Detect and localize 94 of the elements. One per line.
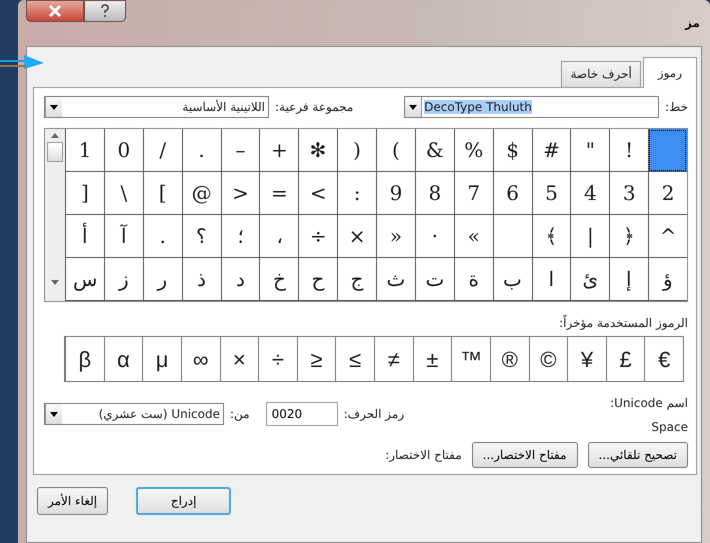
dialog-button[interactable]: تصحيح تلقائي... (588, 442, 688, 468)
symbol-cell[interactable]: ز (104, 258, 143, 301)
symbol-cell[interactable]: | (570, 215, 610, 258)
symbol-cell[interactable]: > (298, 172, 338, 215)
symbol-cell[interactable]: : (337, 172, 376, 215)
symbol-cell[interactable]: · (414, 215, 454, 258)
symbol-cell[interactable]: # (532, 129, 570, 172)
symbol-cell[interactable]: ث (376, 258, 415, 301)
help-button[interactable] (84, 0, 126, 22)
symbol-cell[interactable]: ا (532, 258, 570, 301)
from-label: من: (230, 406, 250, 423)
symbol-cell[interactable]: ؛ (220, 215, 260, 258)
symbol-cell[interactable]: 7 (454, 172, 493, 215)
symbol-cell[interactable]: د (220, 258, 260, 301)
symbol-cell[interactable]: » (454, 215, 493, 258)
subset-label: مجموعة فرعية: (275, 99, 354, 116)
symbol-cell[interactable]: 6 (492, 172, 532, 215)
shortcut-label: مفتاح الاختصار: (385, 447, 462, 464)
close-icon (48, 5, 62, 17)
char-code-label: رمز الحرف: (344, 406, 404, 423)
symbol-cell[interactable]: 9 (376, 172, 415, 215)
symbol-cell[interactable]: 3 (609, 172, 648, 215)
scroll-thumb[interactable] (47, 142, 63, 162)
caret-icon (50, 412, 58, 416)
close-button[interactable] (26, 0, 84, 22)
symbol-cell[interactable]: ذ (182, 258, 220, 301)
symbol-cell[interactable]: % (454, 129, 493, 172)
symbol-cell[interactable]: ﴿ (609, 215, 648, 258)
scroll-down-icon (51, 280, 59, 285)
symbol-cell[interactable]: ) (376, 129, 415, 172)
symbol-cell[interactable]: = (259, 172, 298, 215)
symbol-cell[interactable]: ئ (570, 258, 610, 301)
window-title: مز (685, 15, 701, 32)
symbol-cell[interactable]: 4 (570, 172, 610, 215)
symbol-cell[interactable]: ( (337, 129, 376, 172)
symbol-cell[interactable]: × (337, 215, 376, 258)
symbol-cell[interactable]: ر (142, 258, 182, 301)
symbol-cell[interactable]: ^ (648, 215, 687, 258)
recent-symbols-label: الرموز المستخدمة مؤخراً: (558, 314, 688, 332)
symbol-cell[interactable] (492, 215, 532, 258)
scrollbar[interactable] (45, 129, 65, 301)
font-dropdown[interactable]: DecoType Thuluth (404, 96, 660, 118)
tab[interactable]: رموز (642, 57, 697, 88)
symbol-cell[interactable]: $ (492, 129, 532, 172)
symbol-cell[interactable]: ب (492, 258, 532, 301)
symbol-cell[interactable]: ÷ (298, 215, 338, 258)
from-dropdown[interactable]: Unicode (ست عشري) (44, 403, 224, 425)
symbol-cell[interactable]: ] (142, 172, 182, 215)
help-icon (100, 4, 110, 18)
symbol-cell[interactable]: ح (298, 258, 338, 301)
symbol-cell[interactable]: 8 (414, 172, 454, 215)
unicode-name: Space (650, 419, 688, 436)
symbol-cell[interactable]: [ (65, 172, 104, 215)
symbol-cell[interactable]: ﴾ (532, 215, 570, 258)
insert-button[interactable]: إدراج (136, 487, 232, 515)
symbol-cell[interactable]: آ (104, 215, 143, 258)
symbol-cell[interactable]: < (220, 172, 260, 215)
symbol-cell[interactable]: . (142, 215, 182, 258)
symbol-cell[interactable]: 2 (648, 172, 687, 215)
cancel-button[interactable]: إلغاء الأمر (37, 487, 108, 515)
symbol-cell[interactable]: ! (609, 129, 648, 172)
symbol-cell[interactable]: 1 (65, 129, 104, 172)
symbol-cell[interactable]: @ (182, 172, 220, 215)
dialog-button[interactable]: مفتاح الاختصار... (472, 442, 578, 468)
font-label: خط: (665, 99, 688, 116)
symbol-cell[interactable]: أ (65, 215, 104, 258)
symbol-cell[interactable]: 0 (104, 129, 143, 172)
symbol-cell[interactable]: س (65, 258, 104, 301)
tab[interactable]: أحرف خاصة (561, 61, 641, 87)
subset-dropdown[interactable]: اللاتينية الأساسية (44, 96, 269, 118)
symbol-cell[interactable]: + (259, 129, 298, 172)
symbol-cell[interactable]: / (142, 129, 182, 172)
symbol-cell[interactable]: . (182, 129, 220, 172)
caret-icon (50, 104, 58, 110)
symbol-cell[interactable]: إ (609, 258, 648, 301)
symbol-cell[interactable]: \ (104, 172, 143, 215)
symbol-cell[interactable]: ج (337, 258, 376, 301)
symbol-cell[interactable]: " (570, 129, 610, 172)
symbol-cell[interactable]: ؤ (648, 258, 687, 301)
symbol-cell[interactable]: & (414, 129, 454, 172)
scroll-up-icon (51, 133, 59, 138)
symbol-cell[interactable]: ؟ (182, 215, 220, 258)
char-code-field[interactable]: 0020 (266, 402, 338, 426)
symbol-cell[interactable]: 5 (532, 172, 570, 215)
caret-icon (409, 104, 418, 110)
symbol-cell[interactable]: ة (454, 258, 493, 301)
symbol-cell[interactable]: – (220, 129, 260, 172)
symbol-cell[interactable]: « (376, 215, 415, 258)
symbol-cell[interactable]: خ (259, 258, 298, 301)
symbol-cell[interactable]: ، (259, 215, 298, 258)
unicode-name-label: اسم Unicode: (610, 395, 688, 412)
symbol-cell[interactable]: ت (414, 258, 454, 301)
symbol-cell[interactable] (648, 129, 687, 172)
symbol-cell[interactable]: ✻ (298, 129, 338, 172)
